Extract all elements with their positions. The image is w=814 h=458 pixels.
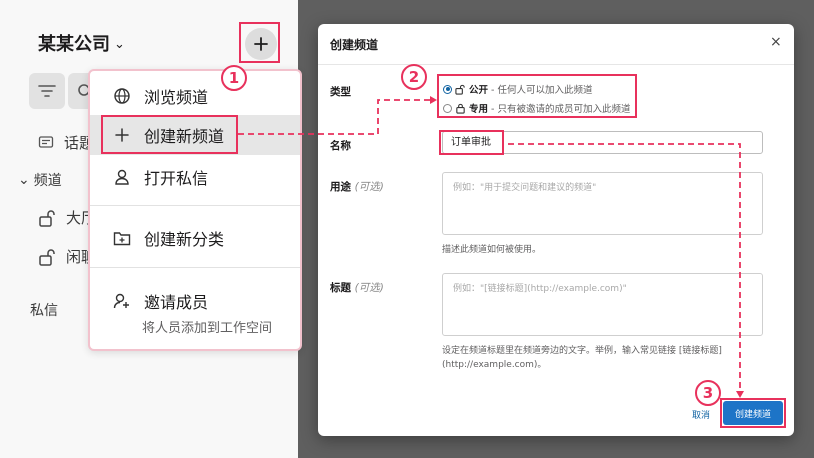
type-label: 类型 (330, 86, 351, 98)
topic-hint: 设定在频道标题里在频道旁边的文字。举例，输入常见链接 [链接标题](http:/… (442, 346, 722, 370)
purpose-label: 用途 (可选) (330, 181, 384, 193)
section-label: 频道 (33, 173, 62, 189)
menu-item-label: 创建新分类 (144, 230, 225, 249)
purpose-hint: 描述此频道如何被使用。 (442, 245, 542, 255)
dialog-title: 创建频道 (330, 38, 379, 52)
folder-plus-icon (110, 226, 134, 250)
menu-item-open-dm[interactable]: 打开私信 (90, 157, 300, 197)
create-channel-dialog: 创建频道 × 类型 公开 - 任何人可以加入此频道 专用 - 只有被邀请的成员可… (318, 24, 794, 436)
dm-section-header[interactable]: 私信 (30, 300, 58, 320)
step-badge: 1 (221, 65, 247, 91)
close-icon[interactable]: × (770, 34, 782, 50)
menu-divider (90, 205, 300, 206)
person-icon (110, 165, 134, 189)
highlight-box (239, 22, 280, 63)
section-label: 私信 (30, 303, 58, 319)
topic-label: 标题 (可选) (330, 282, 384, 294)
menu-item-label: 邀请成员 (144, 293, 209, 312)
menu-item-label: 浏览频道 (144, 88, 209, 107)
menu-item-browse-channels[interactable]: 浏览频道 (90, 76, 300, 116)
menu-item-subtext: 将人员添加到工作空间 (142, 321, 273, 336)
filter-button[interactable] (29, 73, 65, 109)
name-label: 名称 (330, 140, 351, 152)
message-icon (38, 135, 54, 148)
channels-section-header[interactable]: ⌄ 频道 (18, 170, 62, 190)
menu-divider (90, 267, 300, 268)
lock-open-icon (39, 248, 55, 266)
step-badge: 3 (695, 380, 721, 406)
menu-item-invite-members[interactable]: 邀请成员 (90, 281, 300, 321)
chevron-down-icon: ⌄ (114, 36, 125, 52)
sidebar-item-topics[interactable]: 话题 (38, 132, 94, 153)
purpose-textarea[interactable]: 例如："用于提交问题和建议的频道" (442, 172, 763, 235)
add-menu: 浏览频道 创建新频道 打开私信 创建新分类 邀请成员 将人员添加到工作空间 (88, 69, 302, 351)
globe-icon (110, 84, 134, 108)
highlight-box (720, 398, 786, 428)
highlight-box (101, 115, 238, 154)
chevron-down-icon: ⌄ (18, 172, 30, 188)
menu-item-create-category[interactable]: 创建新分类 (90, 218, 300, 258)
highlight-box (439, 130, 504, 155)
workspace-name: 某某公司 (38, 34, 110, 55)
cancel-button[interactable]: 取消 (692, 408, 710, 421)
menu-item-label: 打开私信 (144, 169, 209, 188)
topic-textarea[interactable]: 例如："[链接标题](http://example.com)" (442, 273, 763, 336)
step-badge: 2 (401, 64, 427, 90)
highlight-box (437, 74, 637, 118)
workspace-switcher[interactable]: 某某公司 ⌄ (38, 30, 125, 56)
lock-open-icon (39, 209, 55, 227)
add-person-icon (110, 289, 134, 313)
dialog-divider (318, 64, 794, 65)
filter-icon (38, 85, 56, 97)
